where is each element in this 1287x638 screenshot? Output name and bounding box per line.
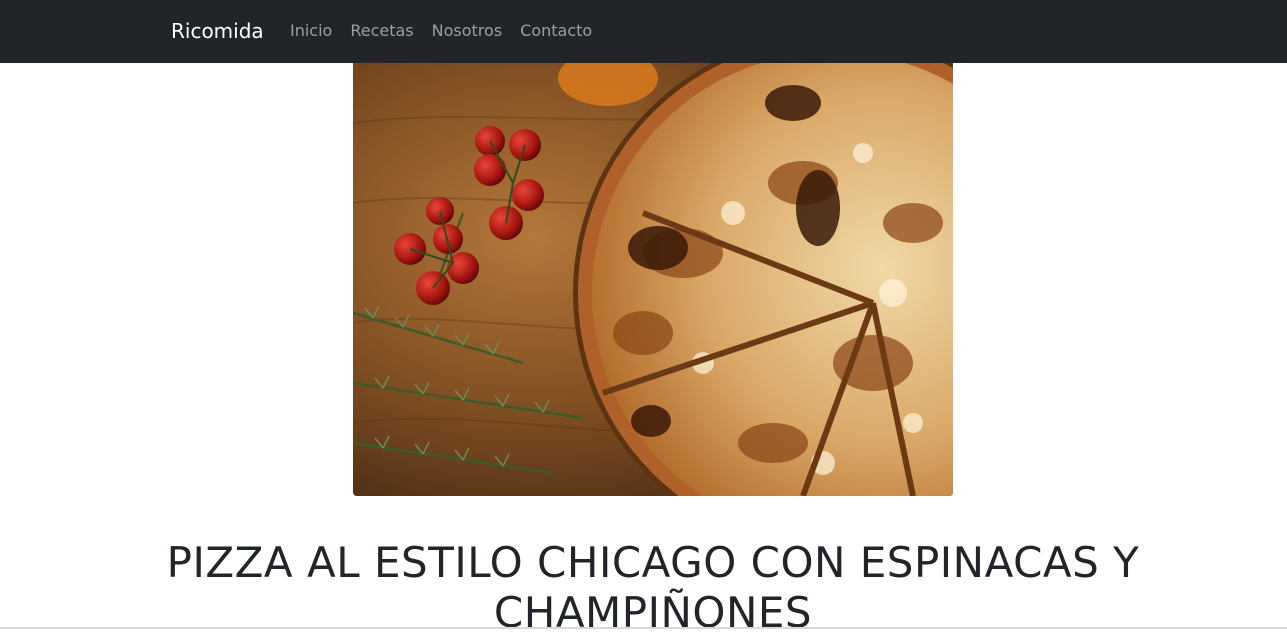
nav-link-nosotros[interactable]: Nosotros	[432, 21, 503, 40]
brand-logo-link[interactable]: Ricomida	[171, 17, 264, 45]
nav-link-contacto[interactable]: Contacto	[520, 21, 592, 40]
top-navbar: Ricomida Inicio Recetas Nosotros Contact…	[0, 0, 1287, 63]
nav-link-inicio[interactable]: Inicio	[290, 21, 332, 40]
nav-menu: Inicio Recetas Nosotros Contacto	[290, 19, 610, 43]
recipe-title: PIZZA AL ESTILO CHICAGO CON ESPINACAS Y …	[166, 538, 1140, 637]
recipe-image	[353, 63, 953, 496]
nav-link-recetas[interactable]: Recetas	[350, 21, 413, 40]
pizza-illustration	[353, 63, 953, 496]
